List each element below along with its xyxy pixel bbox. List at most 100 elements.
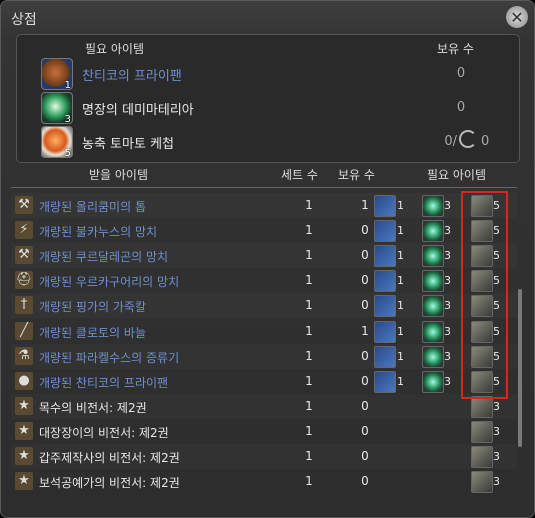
demimateria-icon[interactable]: 3 <box>41 92 73 125</box>
cost-item-icon[interactable] <box>374 295 396 318</box>
cost-item-icon[interactable] <box>422 245 444 268</box>
cost-item-qty: 1 <box>397 299 404 313</box>
cost-item-icon[interactable] <box>422 320 444 343</box>
have-count: 0 <box>361 398 369 413</box>
table-row[interactable]: ⚗ 개량된 파라켈수스의 증류기 1 0 1 3 5 <box>11 344 517 369</box>
cost-item-qty: 1 <box>397 199 404 212</box>
close-icon[interactable]: ✕ <box>506 6 528 28</box>
cost-item-icon[interactable] <box>374 270 396 293</box>
cost-item-icon[interactable] <box>471 420 493 443</box>
cost-item-qty: 1 <box>397 349 404 363</box>
set-count: 1 <box>305 449 313 463</box>
required-item-header: 필요 아이템 <box>85 42 145 56</box>
set-count: 1 <box>305 248 313 263</box>
cost-item-qty: 1 <box>397 274 404 288</box>
table-row[interactable]: ★ 갑주제작사의 비전서: 제2권 1 0 3 <box>11 444 517 469</box>
alembic-icon: ⚗ <box>15 346 33 365</box>
required-item-row[interactable]: 3 명장의 데미마테리아 0 <box>41 92 501 125</box>
anvil-icon: ⚒ <box>15 246 33 265</box>
cost-item-icon[interactable] <box>374 345 396 368</box>
table-row[interactable]: ⛑ 개량된 우르카구어리의 망치 1 0 1 3 5 <box>11 268 517 293</box>
pan-icon[interactable]: 1 <box>41 58 73 91</box>
table-row[interactable]: ★ 보석공예가의 비전서: 제2권 1 0 3 <box>11 469 517 494</box>
table-row[interactable]: ⚒ 개량된 올리쿰미의 톱11135 <box>11 193 517 218</box>
table-row[interactable]: ● 개량된 찬티코의 프라이팬 1 0 1 3 5 <box>11 369 517 394</box>
cost-item-icon[interactable] <box>471 395 493 418</box>
cost-item-qty: 3 <box>444 274 451 288</box>
column-receive-item: 받을 아이템 <box>89 168 149 182</box>
book-icon: ★ <box>15 421 33 440</box>
cost-item-icon[interactable] <box>374 220 396 243</box>
required-item-row[interactable]: 5 농축 토마토 케첩 0/ 0 <box>41 126 501 159</box>
have-count: 0 <box>361 223 369 238</box>
cost-item-qty: 3 <box>444 349 451 363</box>
have-count: 0 <box>361 474 369 489</box>
cost-item-icon[interactable] <box>471 471 493 494</box>
cost-item-icon[interactable] <box>374 195 396 217</box>
hammer-icon: ⚒ <box>15 196 33 214</box>
required-items-panel: 필요 아이템 보유 수 1 찬티코의 프라이팬 0 3 명장의 데미마테리아 0… <box>16 34 520 163</box>
scrollbar[interactable] <box>518 289 522 447</box>
table-row[interactable]: ╱ 개량된 클로토의 바늘 1 1 1 3 5 <box>11 319 517 344</box>
table-row[interactable]: ⚡ 개량된 불카누스의 망치 1 0 1 3 5 <box>11 218 517 243</box>
window-title: 상점 <box>11 12 37 28</box>
have-count: 0 <box>361 298 369 313</box>
set-count: 1 <box>305 398 313 413</box>
have-count: 0 <box>361 423 369 438</box>
cost-item-qty: 3 <box>493 475 500 489</box>
cost-item-icon[interactable] <box>422 370 444 393</box>
cost-item-icon[interactable] <box>471 446 493 468</box>
item-name: 개량된 쿠르달레곤의 망치 <box>39 250 169 265</box>
title-bar[interactable]: 상점 ✕ <box>1 1 534 33</box>
cost-item-icon[interactable] <box>422 295 444 318</box>
set-count: 1 <box>305 273 313 288</box>
cost-item-icon[interactable] <box>422 220 444 243</box>
table-row[interactable]: ★ 목수의 비전서: 제2권 1 0 3 <box>11 394 517 419</box>
item-name: 개량된 불카누스의 망치 <box>39 225 158 240</box>
cost-item-qty: 3 <box>444 299 451 313</box>
have-count: 1 <box>361 198 369 212</box>
cost-item-icon[interactable] <box>422 195 444 217</box>
required-item-have-alt: 0 <box>481 134 490 149</box>
item-name: 대장장이의 비전서: 제2권 <box>39 425 169 440</box>
have-count: 1 <box>361 323 369 338</box>
cost-item-qty: 1 <box>397 374 404 388</box>
table-row[interactable]: † 개량된 핑가의 가죽칼 1 0 1 3 5 <box>11 293 517 318</box>
cost-item-icon[interactable] <box>374 370 396 393</box>
item-name: 갑주제작사의 비전서: 제2권 <box>39 451 180 465</box>
table-row[interactable]: ★ 대장장이의 비전서: 제2권 1 0 3 <box>11 419 517 444</box>
ketchup-icon[interactable]: 5 <box>41 126 73 159</box>
table-row[interactable]: ⚒ 개량된 쿠르달레곤의 망치 1 0 1 3 5 <box>11 243 517 268</box>
set-count: 1 <box>305 323 313 338</box>
column-cost: 필요 아이템 <box>427 168 487 182</box>
helm-icon: ⛑ <box>15 271 33 290</box>
required-item-row[interactable]: 1 찬티코의 프라이팬 0 <box>41 58 501 91</box>
column-have-count: 보유 수 <box>338 168 375 182</box>
book-icon: ★ <box>15 472 33 491</box>
item-name: 개량된 파라켈수스의 증류기 <box>39 350 180 365</box>
cost-item-qty: 3 <box>444 324 451 338</box>
cost-item-icon[interactable] <box>374 320 396 343</box>
set-count: 1 <box>305 348 313 363</box>
item-name: 개량된 찬티코의 프라이팬 <box>39 375 169 390</box>
required-item-have: 0/ <box>444 134 457 149</box>
have-count: 0 <box>361 273 369 288</box>
have-count: 0 <box>361 248 369 263</box>
set-count: 1 <box>305 298 313 313</box>
currency-icon <box>459 130 477 148</box>
cost-item-qty: 1 <box>397 249 404 263</box>
pan-icon: ● <box>15 371 33 390</box>
column-set-count: 세트 수 <box>281 168 318 182</box>
cost-item-icon[interactable] <box>374 245 396 268</box>
required-item-have: 0 <box>456 66 466 81</box>
set-count: 1 <box>305 223 313 238</box>
cost-item-qty: 1 <box>397 224 404 238</box>
item-name: 보석공예가의 비전서: 제2권 <box>39 476 180 491</box>
cost-item-qty: 1 <box>397 324 404 338</box>
cost-item-qty: 3 <box>444 199 451 212</box>
cost-item-qty: 3 <box>444 249 451 263</box>
cost-item-icon[interactable] <box>422 270 444 293</box>
required-item-name: 찬티코의 프라이팬 <box>82 69 182 84</box>
shop-window: 상점 ✕ 필요 아이템 보유 수 1 찬티코의 프라이팬 0 3 명장의 데미마… <box>0 0 535 518</box>
cost-item-icon[interactable] <box>422 345 444 368</box>
